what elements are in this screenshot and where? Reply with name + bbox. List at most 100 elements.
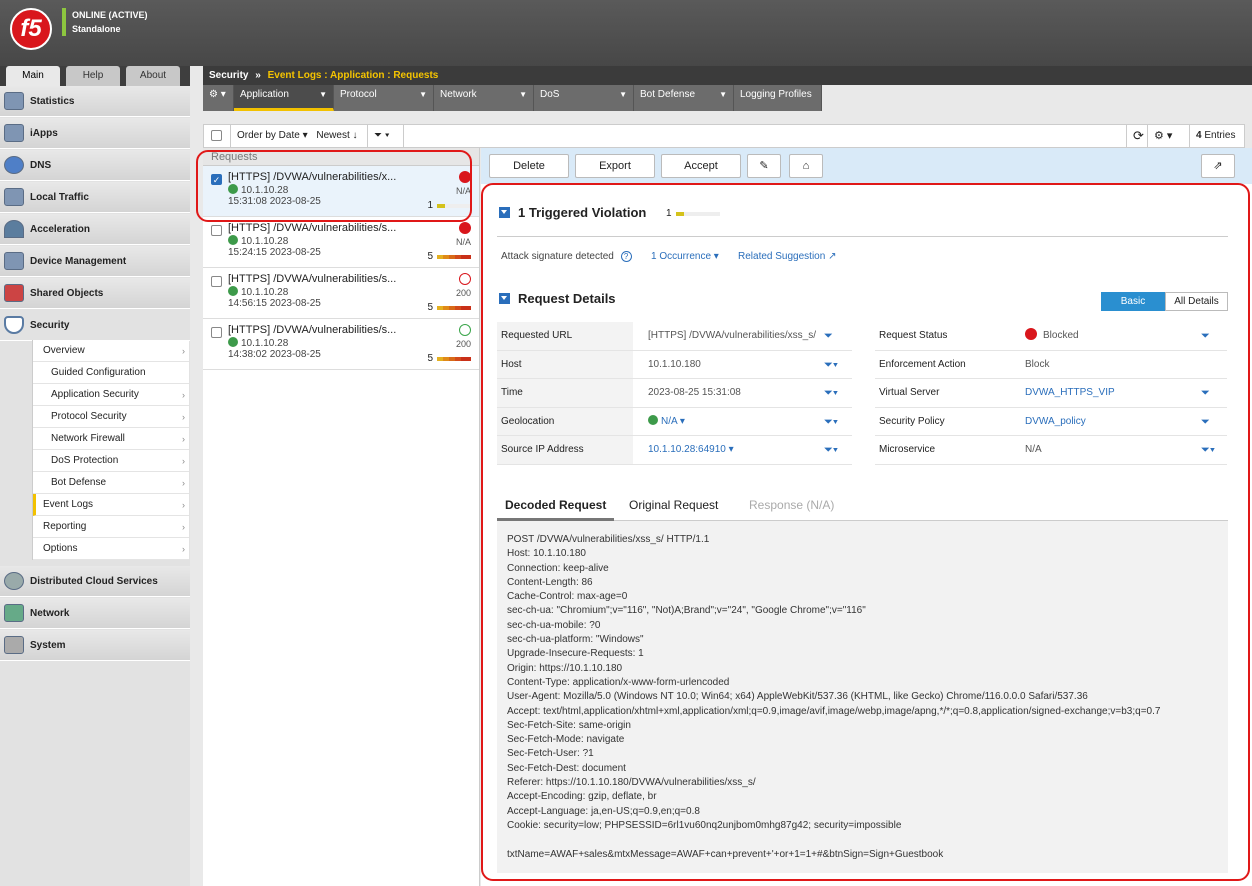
- sidebar-item-acceleration[interactable]: Acceleration: [0, 214, 190, 245]
- tab-dos[interactable]: DoS ▼: [534, 85, 634, 111]
- sidebar-item-system[interactable]: System: [0, 630, 190, 661]
- filter-icon[interactable]: ⏷▾: [824, 379, 838, 407]
- submenu-protocol-security[interactable]: Protocol Security ›: [33, 406, 189, 428]
- help-icon[interactable]: ?: [620, 251, 632, 262]
- list-item[interactable]: ✓ [HTTPS] /DVWA/vulnerabilities/x... 10.…: [203, 166, 479, 217]
- submenu-options[interactable]: Options ›: [33, 538, 189, 560]
- violation-rating: 5: [427, 302, 433, 313]
- request-url: [HTTPS] /DVWA/vulnerabilities/s...: [228, 324, 397, 336]
- tab-bot-defense[interactable]: Bot Defense ▼: [634, 85, 734, 111]
- tab-label: DoS: [540, 89, 560, 100]
- filter-icon[interactable]: ⏷▾: [824, 408, 838, 436]
- tab-decoded-request[interactable]: Decoded Request: [497, 490, 615, 521]
- cloud-icon: [4, 572, 24, 590]
- detail-key: Security Policy: [879, 415, 945, 427]
- submenu-overview[interactable]: Overview ›: [33, 340, 189, 362]
- submenu-network-firewall[interactable]: Network Firewall ›: [33, 428, 189, 450]
- sidebar-item-distributed-cloud[interactable]: Distributed Cloud Services: [0, 566, 190, 597]
- related-suggestion-link[interactable]: Related Suggestion ↗: [738, 251, 836, 262]
- detail-value[interactable]: DVWA_policy: [1025, 408, 1086, 436]
- entries-count: 4 Entries: [1190, 125, 1241, 147]
- checkbox-icon: [211, 129, 222, 141]
- settings-dropdown[interactable]: ⚙ ▾: [1148, 125, 1190, 147]
- tab-about[interactable]: About: [126, 66, 180, 86]
- occurrence-dropdown[interactable]: 1 Occurrence ▾: [651, 251, 719, 262]
- row-checkbox[interactable]: [211, 327, 222, 338]
- f5-logo[interactable]: f5: [10, 8, 52, 50]
- submenu-dos-protection[interactable]: DoS Protection ›: [33, 450, 189, 472]
- tag-icon: ⌂: [802, 160, 810, 172]
- entries-number: 4: [1196, 130, 1202, 141]
- sidebar-item-iapps[interactable]: iApps: [0, 118, 190, 149]
- submenu-event-logs[interactable]: Event Logs ›: [33, 494, 189, 516]
- sidebar-item-shared-objects[interactable]: Shared Objects: [0, 278, 190, 309]
- violation-section-toggle[interactable]: 1 Triggered Violation: [499, 205, 646, 220]
- filter-icon[interactable]: ⏷: [1201, 379, 1210, 407]
- breadcrumb-path[interactable]: Event Logs : Application : Requests: [268, 70, 439, 81]
- comment-button[interactable]: ✎: [747, 154, 781, 178]
- list-item[interactable]: [HTTPS] /DVWA/vulnerabilities/s... 10.1.…: [203, 217, 479, 268]
- tab-response[interactable]: Response (N/A): [741, 490, 842, 521]
- export-button[interactable]: Export: [575, 154, 655, 178]
- detail-value[interactable]: 10.1.10.28:64910 ▾: [648, 436, 734, 464]
- rating-bar: [437, 357, 471, 361]
- newest-sort-toggle[interactable]: Newest ↓: [316, 130, 357, 141]
- sidebar-item-local-traffic[interactable]: Local Traffic: [0, 182, 190, 213]
- accept-button[interactable]: Accept: [661, 154, 741, 178]
- submenu-application-security[interactable]: Application Security ›: [33, 384, 189, 406]
- row-checkbox[interactable]: ✓: [211, 174, 222, 185]
- filter-icon[interactable]: ⏷▾: [824, 436, 838, 464]
- tab-application[interactable]: Application ▼: [234, 85, 334, 111]
- collapse-icon: [499, 207, 510, 218]
- tab-help[interactable]: Help: [66, 66, 120, 86]
- select-all-checkbox[interactable]: [204, 125, 231, 147]
- sidebar-item-statistics[interactable]: Statistics: [0, 86, 190, 117]
- tab-protocol[interactable]: Protocol ▼: [334, 85, 434, 111]
- request-details-section-toggle[interactable]: Request Details: [499, 291, 616, 306]
- detail-value[interactable]: DVWA_HTTPS_VIP: [1025, 379, 1115, 407]
- filter-icon[interactable]: ⏷: [824, 322, 833, 350]
- request-details-left: Requested URL [HTTPS] /DVWA/vulnerabiliti…: [497, 322, 852, 465]
- detail-value: Blocked: [1025, 322, 1079, 350]
- filter-button[interactable]: ⏷ ▾: [368, 125, 404, 147]
- detail-value[interactable]: N/A ▾: [648, 408, 685, 436]
- status-online: ONLINE (ACTIVE): [72, 10, 148, 20]
- sidebar-item-security[interactable]: Security: [0, 310, 190, 341]
- row-checkbox[interactable]: [211, 225, 222, 236]
- requests-header: Requests: [203, 148, 479, 166]
- filter-icon[interactable]: ⏷▾: [1201, 436, 1215, 464]
- all-details-toggle[interactable]: All Details: [1165, 292, 1228, 311]
- violation-description: Attack signature detected ?: [501, 251, 632, 262]
- sidebar-item-dns[interactable]: DNS: [0, 150, 190, 181]
- filter-icon[interactable]: ⏷: [1201, 408, 1210, 436]
- tab-label: Network: [440, 89, 477, 100]
- submenu-guided-configuration[interactable]: Guided Configuration: [33, 362, 189, 384]
- sidebar-item-device-management[interactable]: Device Management: [0, 246, 190, 277]
- refresh-button[interactable]: ⟳: [1126, 125, 1148, 147]
- request-view-tabs: Decoded Request Original Request Respons…: [497, 490, 1228, 521]
- tab-logging-profiles[interactable]: Logging Profiles: [734, 85, 822, 111]
- chevron-down-icon: ▼: [319, 90, 327, 99]
- submenu-bot-defense[interactable]: Bot Defense ›: [33, 472, 189, 494]
- submenu-reporting[interactable]: Reporting ›: [33, 516, 189, 538]
- popout-button[interactable]: ⇗: [1201, 154, 1235, 178]
- breadcrumb-root[interactable]: Security: [209, 70, 248, 81]
- submenu-label: Overview: [43, 345, 85, 356]
- request-details-right: Request Status Blocked ⏷ Enforcement Actio…: [875, 322, 1227, 465]
- external-link-icon: ⇗: [1213, 160, 1223, 172]
- list-item[interactable]: [HTTPS] /DVWA/vulnerabilities/s... 10.1.…: [203, 319, 479, 370]
- tab-original-request[interactable]: Original Request: [621, 490, 726, 521]
- blocked-icon: [459, 222, 471, 234]
- order-by-dropdown[interactable]: Order by Date ▾: [237, 130, 308, 141]
- filter-icon[interactable]: ⏷: [1201, 322, 1210, 350]
- tab-gear-menu[interactable]: ⚙ ▾: [203, 85, 234, 111]
- sidebar-item-network[interactable]: Network: [0, 598, 190, 629]
- tab-main[interactable]: Main: [6, 66, 60, 86]
- basic-toggle[interactable]: Basic: [1101, 292, 1165, 311]
- delete-button[interactable]: Delete: [489, 154, 569, 178]
- tab-network[interactable]: Network ▼: [434, 85, 534, 111]
- list-item[interactable]: [HTTPS] /DVWA/vulnerabilities/s... 10.1.…: [203, 268, 479, 319]
- tag-button[interactable]: ⌂: [789, 154, 823, 178]
- filter-icon[interactable]: ⏷▾: [824, 351, 838, 379]
- row-checkbox[interactable]: [211, 276, 222, 287]
